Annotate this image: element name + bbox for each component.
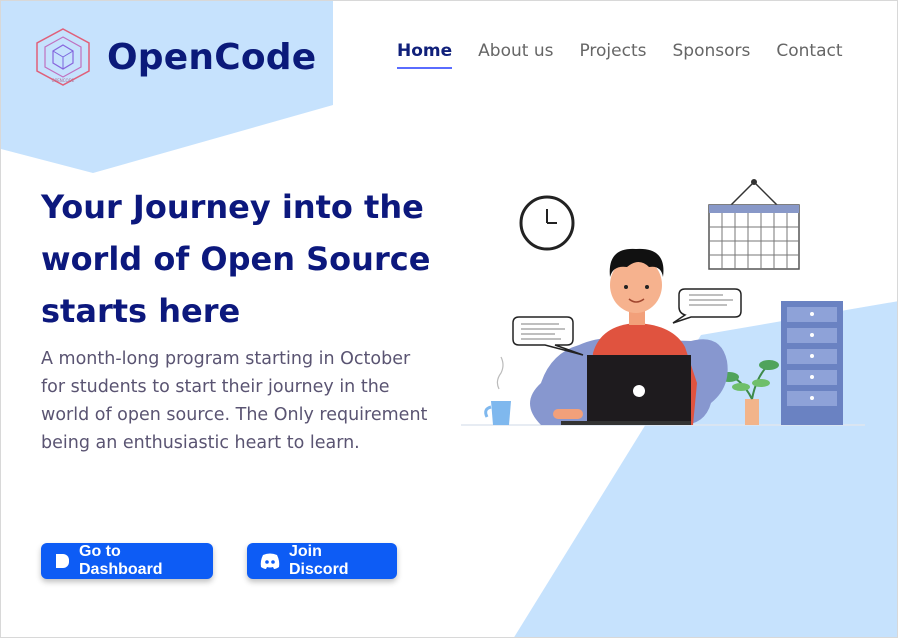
clock-icon [519, 195, 575, 251]
hexagon-cube-logo-icon: OPENCODE [36, 28, 90, 86]
nav-about-us[interactable]: About us [478, 41, 553, 61]
filing-cabinet-icon [781, 301, 843, 425]
person-with-laptop-illustration [461, 179, 865, 426]
plant-icon [719, 360, 779, 425]
dashboard-icon [53, 552, 71, 570]
chat-bubble-right-icon [672, 288, 742, 324]
hero-description: A month-long program starting in October… [41, 349, 428, 453]
brand-logo[interactable]: OPENCODE OpenCode [33, 27, 316, 87]
join-discord-label: Join Discord [289, 543, 349, 578]
go-to-dashboard-label: Go to Dashboard [79, 543, 163, 578]
nav-projects[interactable]: Projects [579, 41, 646, 61]
nav-sponsors[interactable]: Sponsors [672, 41, 750, 61]
nav-home[interactable]: Home [397, 41, 453, 69]
logo-caption: OPENCODE [52, 78, 75, 83]
calendar-icon [708, 179, 800, 270]
hero-title: Your Journey into the world of Open Sour… [41, 188, 431, 330]
brand-name: OpenCode [107, 36, 317, 78]
main-nav: Home About us Projects Sponsors Contact [397, 41, 843, 69]
nav-contact[interactable]: Contact [776, 41, 842, 61]
discord-icon [259, 552, 281, 570]
join-discord-button[interactable]: Join Discord [247, 543, 397, 579]
landing-page: OPENCODE OpenCode Home About us Projects… [0, 0, 898, 638]
coffee-cup-icon [484, 356, 511, 425]
go-to-dashboard-button[interactable]: Go to Dashboard [41, 543, 213, 579]
